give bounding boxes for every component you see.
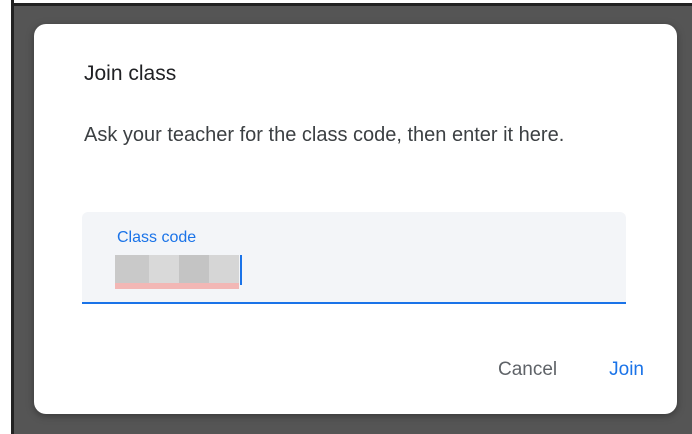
class-code-label: Class code — [117, 229, 197, 246]
window-frame-left — [0, 0, 14, 434]
redacted-block — [149, 255, 179, 283]
redacted-block — [115, 255, 149, 283]
class-code-redacted-value[interactable] — [115, 255, 239, 289]
redacted-underline — [115, 283, 239, 289]
dialog-actions: Cancel Join — [498, 359, 644, 381]
cancel-button[interactable]: Cancel — [498, 359, 557, 381]
class-code-field[interactable]: Class code — [82, 212, 626, 304]
join-button[interactable]: Join — [609, 359, 644, 381]
dialog-title: Join class — [84, 62, 177, 85]
text-caret — [240, 255, 242, 285]
redacted-block — [209, 255, 239, 283]
dialog-description: Ask your teacher for the class code, the… — [84, 124, 565, 146]
redacted-block — [179, 255, 209, 283]
window-frame-top — [0, 0, 692, 6]
join-class-dialog: Join class Ask your teacher for the clas… — [34, 24, 677, 414]
